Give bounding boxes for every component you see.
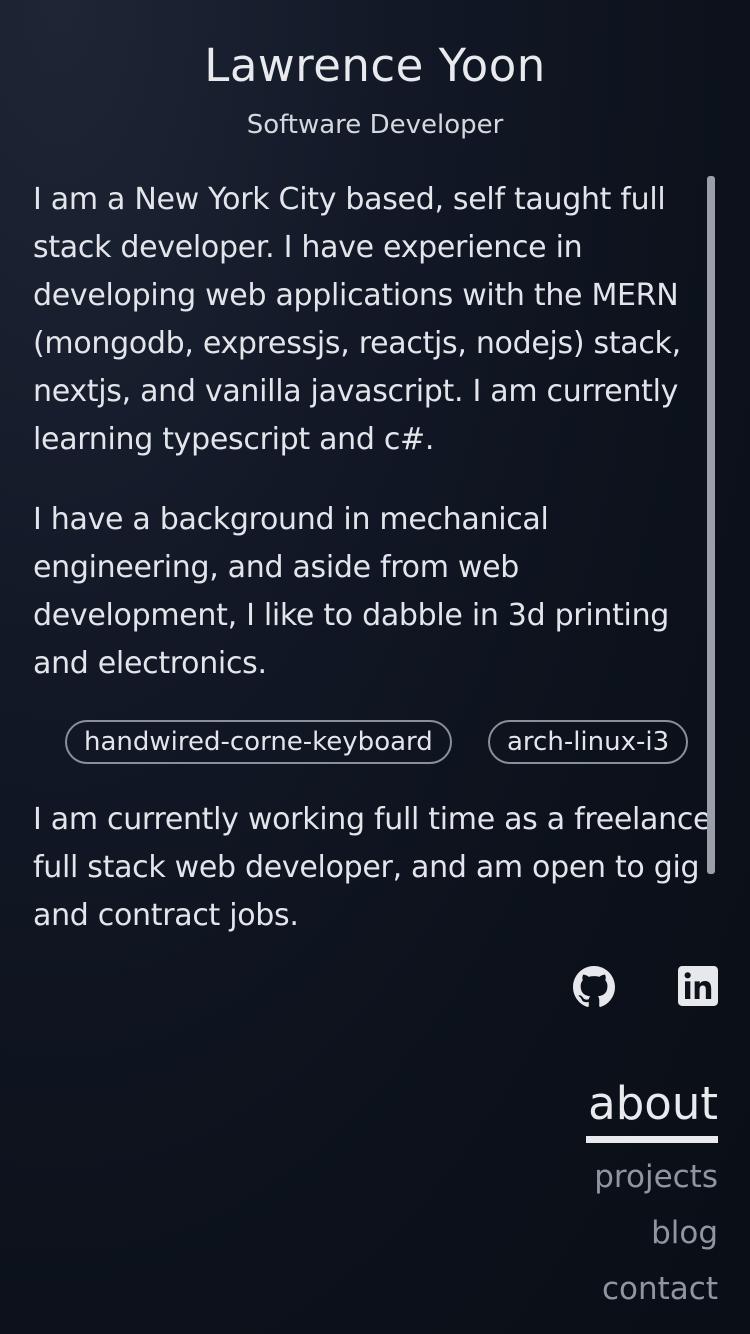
page-title: Lawrence Yoon	[204, 39, 546, 92]
tag-arch-linux-i3[interactable]: arch-linux-i3	[488, 720, 689, 764]
about-paragraph-2: I have a background in mechanical engine…	[33, 502, 670, 681]
nav-active-indicator	[586, 1136, 718, 1143]
page-subtitle: Software Developer	[246, 110, 504, 140]
content-scrollbar[interactable]	[707, 176, 715, 874]
nav-item-blog[interactable]: blog	[418, 1205, 718, 1261]
tag-handwired-corne-keyboard[interactable]: handwired-corne-keyboard	[65, 720, 452, 764]
nav-item-about[interactable]: about	[418, 1074, 718, 1134]
about-paragraph-3: I am currently working full time as a fr…	[33, 802, 712, 933]
nav-item-projects[interactable]: projects	[418, 1149, 718, 1205]
nav-item-contact[interactable]: contact	[418, 1261, 718, 1317]
github-link[interactable]	[573, 966, 615, 1008]
github-icon	[573, 966, 615, 1007]
linkedin-icon	[678, 966, 718, 1006]
about-paragraph-1: I am a New York City based, self taught …	[33, 182, 681, 457]
linkedin-link[interactable]	[678, 966, 718, 1008]
about-content: I am a New York City based, self taught …	[33, 176, 723, 946]
main-nav: about projects blog contact	[418, 1074, 718, 1317]
tag-list: handwired-corne-keyboard arch-linux-i3	[65, 720, 705, 766]
